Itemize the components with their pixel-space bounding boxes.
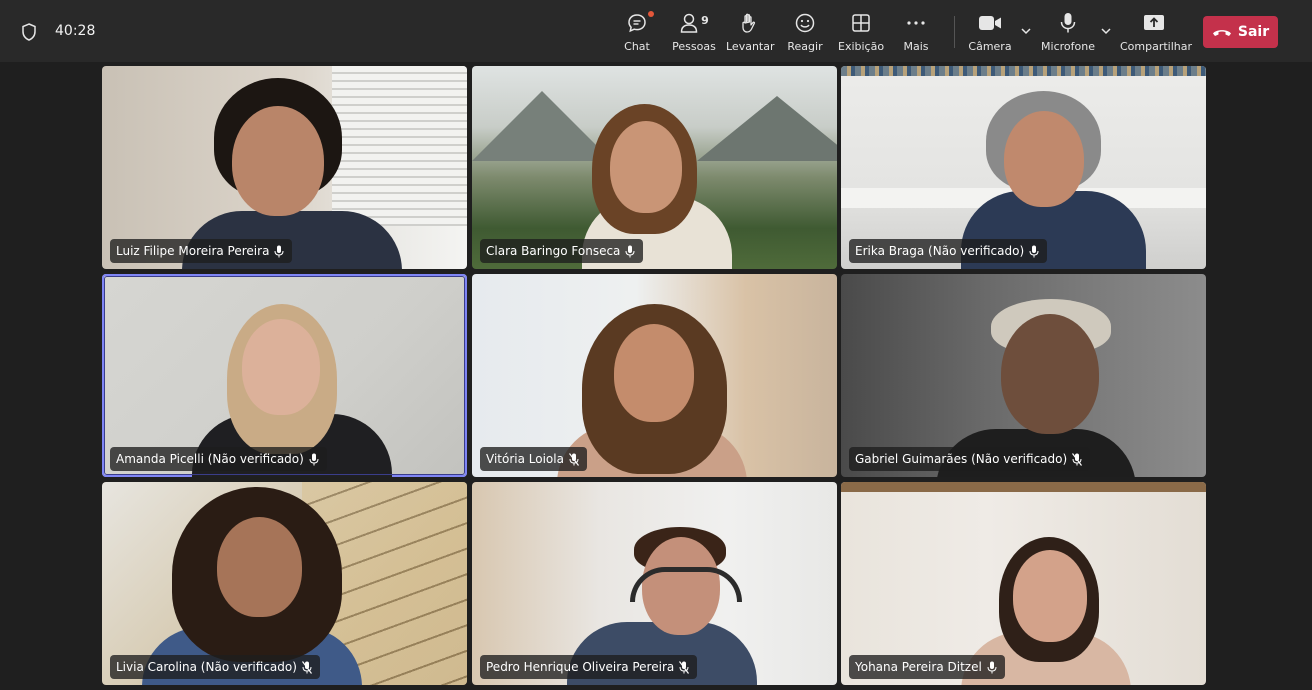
camera-label: Câmera bbox=[968, 40, 1012, 53]
microphone-label: Microfone bbox=[1041, 40, 1095, 53]
raise-hand-button[interactable]: Levantar bbox=[726, 10, 775, 58]
microphone-muted-icon bbox=[568, 452, 579, 466]
people-count: 9 bbox=[701, 13, 709, 27]
participant-name: Luiz Filipe Moreira Pereira bbox=[116, 244, 270, 258]
participant-tile[interactable]: Vitória Loiola bbox=[472, 274, 837, 477]
participant-name-tag: Clara Baringo Fonseca bbox=[480, 239, 644, 263]
more-label: Mais bbox=[903, 40, 929, 53]
participant-tile[interactable]: Yohana Pereira Ditzel bbox=[841, 482, 1206, 685]
microphone-button[interactable]: Microfone bbox=[1040, 10, 1096, 58]
ceiling-beam bbox=[841, 482, 1206, 492]
camera-options-chevron-icon[interactable] bbox=[1019, 24, 1033, 38]
leave-button[interactable]: Sair bbox=[1203, 16, 1278, 48]
participant-name: Vitória Loiola bbox=[486, 452, 564, 466]
microphone-muted-icon bbox=[301, 660, 312, 674]
people-icon bbox=[680, 13, 698, 33]
microphone-icon bbox=[987, 661, 997, 673]
share-button[interactable]: Compartilhar bbox=[1120, 10, 1193, 58]
participant-name-tag: Livia Carolina (Não verificado) bbox=[110, 655, 320, 679]
participant-name-tag: Luiz Filipe Moreira Pereira bbox=[110, 239, 293, 263]
participant-tile[interactable]: Livia Carolina (Não verificado) bbox=[102, 482, 467, 685]
participant-name-tag: Vitória Loiola bbox=[480, 447, 587, 471]
participant-tile[interactable]: Pedro Henrique Oliveira Pereira bbox=[472, 482, 837, 685]
participant-name: Erika Braga (Não verificado) bbox=[855, 244, 1025, 258]
share-label: Compartilhar bbox=[1120, 40, 1193, 53]
view-label: Exibição bbox=[838, 40, 885, 53]
participant-tile[interactable]: Clara Baringo Fonseca bbox=[472, 66, 837, 269]
microphone-icon bbox=[1060, 13, 1076, 33]
more-button[interactable]: Mais bbox=[900, 10, 932, 58]
meeting-toolbar: 40:28 Chat 9 Pessoas Levantar Reagir Exi… bbox=[0, 0, 1312, 62]
participant-name: Amanda Picelli (Não verificado) bbox=[116, 452, 304, 466]
people-button[interactable]: 9 Pessoas bbox=[672, 10, 716, 58]
react-label: Reagir bbox=[787, 40, 823, 53]
bookshelf bbox=[841, 66, 1206, 76]
participant-name-tag: Amanda Picelli (Não verificado) bbox=[110, 447, 327, 471]
headset bbox=[630, 567, 742, 602]
microphone-icon bbox=[309, 453, 319, 465]
people-label: Pessoas bbox=[672, 40, 716, 53]
participant-name: Pedro Henrique Oliveira Pereira bbox=[486, 660, 675, 674]
participant-name-tag: Erika Braga (Não verificado) bbox=[849, 239, 1048, 263]
more-icon bbox=[907, 21, 925, 25]
grid-view-icon bbox=[852, 14, 870, 32]
participant-tile[interactable]: Gabriel Guimarães (Não verificado) bbox=[841, 274, 1206, 477]
emoji-icon bbox=[795, 13, 815, 33]
camera-icon bbox=[979, 16, 1001, 30]
chat-label: Chat bbox=[624, 40, 650, 53]
chat-icon bbox=[628, 14, 646, 33]
participant-name: Livia Carolina (Não verificado) bbox=[116, 660, 297, 674]
participant-name: Clara Baringo Fonseca bbox=[486, 244, 621, 258]
microphone-icon bbox=[1029, 245, 1039, 257]
toolbar-divider bbox=[954, 16, 955, 48]
chat-unread-badge bbox=[648, 11, 654, 17]
microphone-icon bbox=[625, 245, 635, 257]
share-icon bbox=[1144, 15, 1164, 30]
participant-tile[interactable]: Luiz Filipe Moreira Pereira bbox=[102, 66, 467, 269]
participant-name: Gabriel Guimarães (Não verificado) bbox=[855, 452, 1068, 466]
participant-name: Yohana Pereira Ditzel bbox=[855, 660, 982, 674]
window-blinds bbox=[332, 66, 467, 226]
participant-name-tag: Pedro Henrique Oliveira Pereira bbox=[480, 655, 698, 679]
shield-icon[interactable] bbox=[19, 22, 39, 42]
raise-hand-label: Levantar bbox=[726, 40, 775, 53]
raise-hand-icon bbox=[742, 13, 756, 33]
participant-name-tag: Gabriel Guimarães (Não verificado) bbox=[849, 447, 1091, 471]
microphone-options-chevron-icon[interactable] bbox=[1099, 24, 1113, 38]
microphone-icon bbox=[274, 245, 284, 257]
hang-up-icon bbox=[1212, 30, 1231, 36]
microphone-muted-icon bbox=[679, 660, 690, 674]
participant-tile[interactable]: Erika Braga (Não verificado) bbox=[841, 66, 1206, 269]
participant-tile-active[interactable]: Amanda Picelli (Não verificado) bbox=[102, 274, 467, 477]
participant-name-tag: Yohana Pereira Ditzel bbox=[849, 655, 1005, 679]
camera-button[interactable]: Câmera bbox=[968, 10, 1012, 58]
microphone-muted-icon bbox=[1072, 452, 1083, 466]
react-button[interactable]: Reagir bbox=[786, 10, 824, 58]
chat-button[interactable]: Chat bbox=[622, 10, 654, 58]
meeting-timer: 40:28 bbox=[55, 23, 96, 39]
leave-label: Sair bbox=[1237, 24, 1270, 40]
view-button[interactable]: Exibição bbox=[838, 10, 884, 58]
